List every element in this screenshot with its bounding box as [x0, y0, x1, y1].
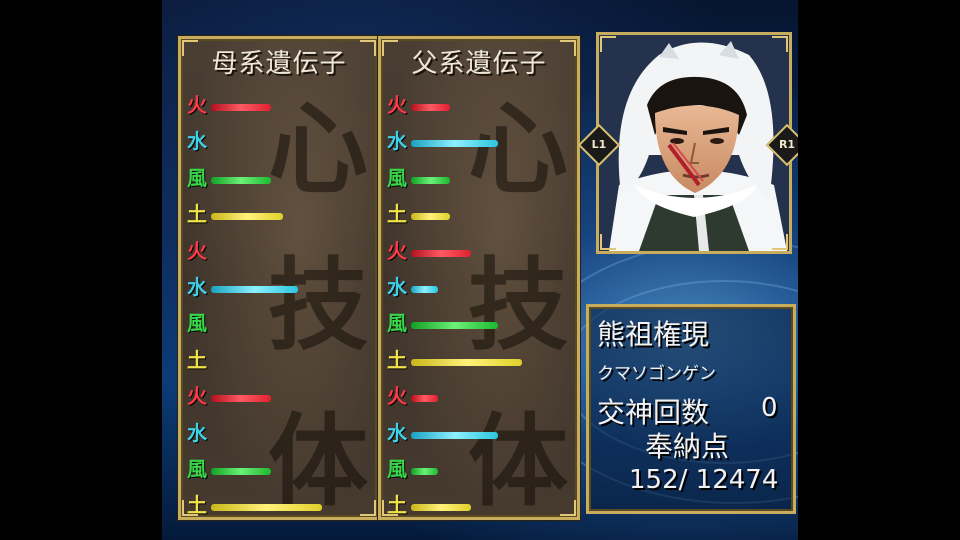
- water-element-label: 水: [387, 420, 407, 445]
- maternal-gene-row: 風: [187, 455, 367, 483]
- frame-corner-ornament: [600, 234, 616, 250]
- fire-element-label: 火: [187, 238, 207, 263]
- paternal-gene-row: 水: [387, 273, 567, 301]
- fire-element-label: 火: [187, 93, 207, 117]
- wind-element-label: 風: [387, 165, 407, 190]
- water-element-label: 水: [387, 129, 407, 154]
- wind-element-label: 風: [187, 311, 207, 336]
- frame-corner-ornament: [182, 40, 198, 56]
- offering-points-label: 奉納点: [645, 430, 730, 463]
- maternal-gene-row: 火: [187, 382, 367, 410]
- wind-element-label: 風: [187, 165, 207, 190]
- frame-corner-ornament: [382, 40, 398, 56]
- paternal-gene-row: 土: [387, 346, 567, 374]
- earth-element-label: 土: [387, 202, 407, 227]
- frame-corner-ornament: [772, 234, 788, 250]
- paternal-gene-row: 火: [387, 91, 567, 119]
- earth-gene-bar: [211, 504, 322, 512]
- water-element-label: 水: [187, 420, 207, 445]
- maternal-gene-row: 土: [187, 491, 367, 517]
- l1-label: L1: [591, 138, 607, 151]
- water-element-label: 水: [387, 275, 407, 299]
- deity-portrait-frame: [596, 32, 792, 254]
- wind-element-label: 風: [187, 457, 207, 481]
- maternal-gene-row: 土: [187, 200, 367, 228]
- earth-element-label: 土: [187, 202, 207, 227]
- r1-label: R1: [778, 138, 796, 151]
- deity-info-box: 熊祖権現 クマソゴンゲン 交神回数 0 奉納点 152/ 12474: [586, 304, 796, 514]
- maternal-gene-panel: 母系遺伝子 心 技 体 火水風土火水風土火水風土: [178, 36, 380, 520]
- paternal-gene-row: 水: [387, 419, 567, 447]
- water-element-label: 水: [187, 275, 207, 299]
- paternal-gene-row: 風: [387, 164, 567, 192]
- water-gene-bar: [211, 286, 298, 293]
- paternal-gene-title: 父系遺伝子: [411, 49, 547, 79]
- frame-corner-ornament: [360, 500, 376, 516]
- fire-gene-bar: [211, 104, 271, 111]
- maternal-gene-row: 火: [187, 237, 367, 265]
- offering-points-value: 152/ 12474: [629, 465, 779, 495]
- wind-gene-bar: [211, 468, 271, 475]
- fire-element-label: 火: [387, 93, 407, 117]
- water-gene-bar: [411, 286, 438, 293]
- deity-portrait: [599, 35, 789, 251]
- frame-corner-ornament: [560, 500, 576, 516]
- wind-gene-bar: [411, 176, 450, 184]
- maternal-gene-row: 火: [187, 91, 367, 119]
- paternal-gene-row: 水: [387, 127, 567, 155]
- frame-corner-ornament: [182, 500, 198, 516]
- wind-element-label: 風: [387, 457, 407, 481]
- water-gene-bar: [411, 431, 498, 439]
- game-screen: 母系遺伝子 心 技 体 火水風土火水風土火水風土 父系遺伝子 心 技 体 火水風…: [162, 0, 798, 540]
- fire-element-label: 火: [387, 384, 407, 409]
- water-gene-bar: [411, 140, 498, 148]
- earth-gene-bar: [411, 213, 450, 221]
- earth-gene-bar: [411, 358, 522, 366]
- deity-reading: クマソゴンゲン: [597, 364, 716, 384]
- fire-element-label: 火: [187, 384, 207, 409]
- frame-corner-ornament: [382, 500, 398, 516]
- wind-gene-bar: [411, 468, 438, 475]
- background-kanji-skill: 技: [468, 246, 568, 364]
- paternal-gene-row: 火: [387, 237, 567, 265]
- paternal-gene-panel: 父系遺伝子 心 技 体 火水風土火水風土火水風土: [378, 36, 580, 520]
- earth-element-label: 土: [387, 347, 407, 372]
- fire-gene-bar: [211, 395, 271, 403]
- mating-count-value: 0: [761, 393, 778, 423]
- frame-corner-ornament: [360, 40, 376, 56]
- wind-gene-bar: [211, 176, 271, 184]
- maternal-gene-row: 水: [187, 127, 367, 155]
- frame-corner-ornament: [772, 36, 788, 52]
- frame-corner-ornament: [560, 40, 576, 56]
- fire-gene-bar: [411, 249, 471, 257]
- maternal-gene-row: 土: [187, 346, 367, 374]
- earth-gene-bar: [211, 213, 283, 221]
- frame-corner-ornament: [600, 36, 616, 52]
- maternal-gene-row: 水: [187, 419, 367, 447]
- paternal-gene-row: 土: [387, 200, 567, 228]
- paternal-gene-row: 風: [387, 455, 567, 483]
- wind-element-label: 風: [387, 311, 407, 336]
- maternal-gene-row: 水: [187, 273, 367, 301]
- maternal-gene-row: 風: [187, 309, 367, 337]
- earth-element-label: 土: [187, 347, 207, 372]
- wind-gene-bar: [411, 322, 498, 330]
- deity-name: 熊祖権現: [597, 318, 710, 351]
- paternal-gene-row: 土: [387, 491, 567, 517]
- fire-element-label: 火: [387, 238, 407, 263]
- paternal-gene-row: 風: [387, 309, 567, 337]
- maternal-gene-row: 風: [187, 164, 367, 192]
- fire-gene-bar: [411, 395, 438, 403]
- earth-gene-bar: [411, 504, 471, 512]
- paternal-gene-row: 火: [387, 382, 567, 410]
- maternal-gene-title: 母系遺伝子: [211, 49, 347, 79]
- water-element-label: 水: [187, 129, 207, 154]
- fire-gene-bar: [411, 104, 450, 111]
- background-kanji-skill: 技: [268, 246, 368, 364]
